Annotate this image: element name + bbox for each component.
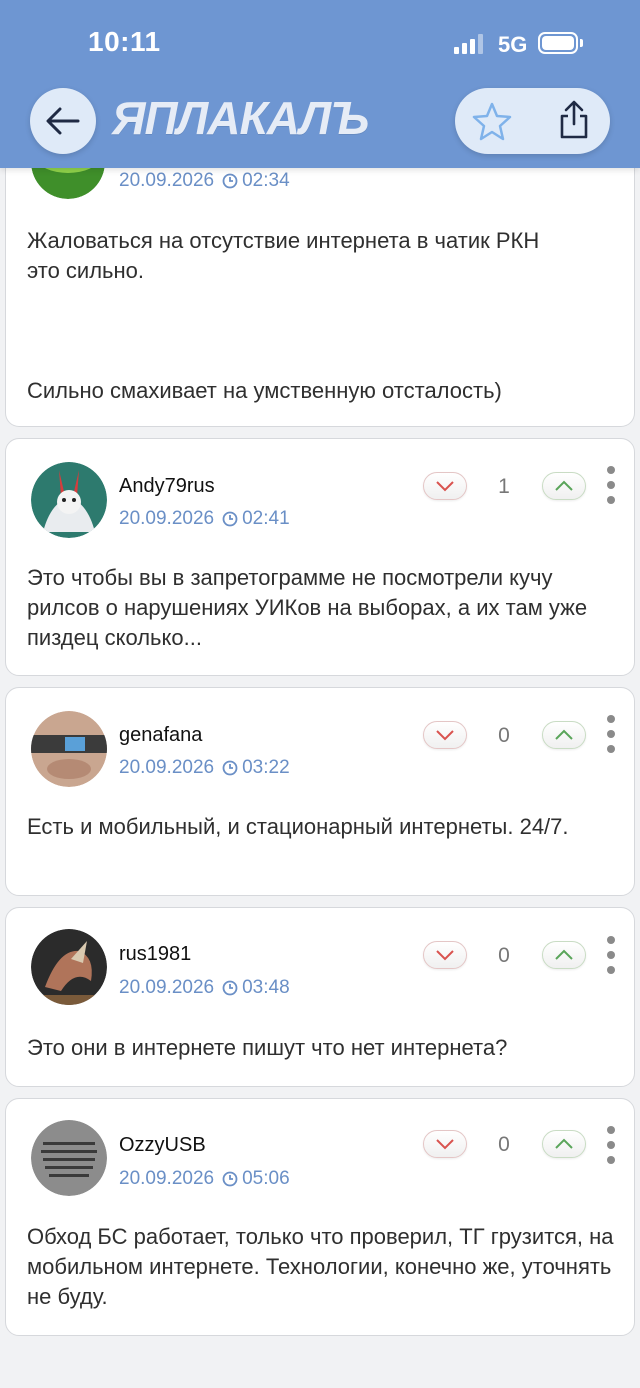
more-options-icon[interactable] — [604, 936, 618, 974]
upvote-button[interactable] — [542, 472, 586, 500]
battery-tip — [580, 39, 583, 47]
comment-time: 03:22 — [242, 757, 290, 778]
clock-icon — [222, 511, 238, 527]
comment-text: Есть и мобильный, и стационарный интерне… — [27, 814, 569, 839]
user-avatar[interactable] — [31, 711, 107, 787]
upvote-button[interactable] — [542, 1130, 586, 1158]
username[interactable]: rus1981 — [119, 943, 191, 966]
header-actions — [455, 88, 610, 154]
username[interactable]: genafana — [119, 724, 202, 747]
comment-meta: 20.09.2026 03:48 — [119, 977, 290, 999]
user-avatar[interactable] — [31, 1120, 107, 1196]
chevron-down-icon — [436, 730, 454, 741]
user-avatar[interactable] — [31, 462, 107, 538]
more-options-icon[interactable] — [604, 715, 618, 753]
more-options-icon[interactable] — [604, 1126, 618, 1164]
comment-date: 20.09.2026 — [119, 170, 215, 191]
favorite-button[interactable] — [469, 98, 515, 144]
status-bar: 10:11 5G — [0, 0, 640, 88]
back-button[interactable] — [30, 88, 96, 154]
downvote-button[interactable] — [423, 941, 467, 969]
comment-text-line: Сильно смахивает на умственную отсталост… — [27, 378, 502, 403]
more-options-icon[interactable] — [604, 466, 618, 504]
comment-date: 20.09.2026 — [119, 977, 215, 998]
comment-time: 02:41 — [242, 508, 290, 529]
comment-meta: 20.09.2026 05:06 — [119, 1168, 290, 1190]
chevron-down-icon — [436, 481, 454, 492]
chevron-up-icon — [555, 729, 573, 740]
site-logo[interactable]: ЯПЛАКАЛЪ — [112, 88, 369, 148]
signal-icon — [454, 34, 488, 54]
upvote-button[interactable] — [542, 721, 586, 749]
username[interactable]: OzzyUSB — [119, 1134, 206, 1157]
comment-time: 05:06 — [242, 1168, 290, 1189]
chevron-up-icon — [555, 949, 573, 960]
user-avatar[interactable] — [31, 929, 107, 1005]
clock-icon — [222, 980, 238, 996]
comment-text: Это чтобы вы в запретограмме не посмотре… — [27, 565, 588, 650]
comment-date: 20.09.2026 — [119, 757, 215, 778]
comment-text: Обход БС работает, только что проверил, … — [27, 1224, 614, 1309]
upvote-button[interactable] — [542, 941, 586, 969]
username[interactable]: Andy79rus — [119, 475, 215, 498]
chevron-down-icon — [436, 1139, 454, 1150]
comment-time: 02:34 — [242, 170, 290, 191]
arrow-left-icon — [46, 107, 80, 135]
chevron-down-icon — [436, 950, 454, 961]
clock-icon — [222, 1171, 238, 1187]
comment-card: Andy79rus 20.09.2026 02:41 1 Это чтобы в… — [5, 438, 635, 676]
downvote-button[interactable] — [423, 721, 467, 749]
clock-icon — [222, 760, 238, 776]
clock-icon — [222, 173, 238, 189]
chevron-up-icon — [555, 1138, 573, 1149]
comment-card: 20.09.2026 02:34 Жаловаться на отсутстви… — [5, 125, 635, 427]
comment-text: Жаловаться на отсутствие интернета в чат… — [27, 226, 622, 406]
rating-count: 0 — [498, 724, 510, 747]
rating-count: 1 — [498, 475, 510, 498]
share-icon — [560, 100, 588, 139]
comment-meta: 20.09.2026 03:22 — [119, 757, 290, 779]
comment-card: rus1981 20.09.2026 03:48 0 Это они в инт… — [5, 907, 635, 1087]
comment-meta: 20.09.2026 02:41 — [119, 508, 290, 530]
share-button[interactable] — [551, 96, 597, 144]
battery-icon — [538, 32, 578, 54]
comment-date: 20.09.2026 — [119, 1168, 215, 1189]
downvote-button[interactable] — [423, 1130, 467, 1158]
comment-text-line: это сильно. — [27, 258, 145, 283]
comment-card: OzzyUSB 20.09.2026 05:06 0 Обход БС рабо… — [5, 1098, 635, 1336]
comment-time: 03:48 — [242, 977, 290, 998]
comment-date: 20.09.2026 — [119, 508, 215, 529]
rating-count: 0 — [498, 1133, 510, 1156]
comment-card: genafana 20.09.2026 03:22 0 Есть и мобил… — [5, 687, 635, 896]
status-time: 10:11 — [88, 26, 161, 57]
comment-meta: 20.09.2026 02:34 — [119, 170, 290, 192]
app-header: 10:11 5G ЯПЛАКАЛЪ — [0, 0, 640, 168]
downvote-button[interactable] — [423, 472, 467, 500]
star-icon — [472, 102, 512, 141]
comment-text-line: Жаловаться на отсутствие интернета в чат… — [27, 228, 540, 253]
rating-count: 0 — [498, 944, 510, 967]
chevron-up-icon — [555, 480, 573, 491]
network-type: 5G — [498, 32, 528, 57]
comment-text: Это они в интернете пишут что нет интерн… — [27, 1035, 508, 1060]
